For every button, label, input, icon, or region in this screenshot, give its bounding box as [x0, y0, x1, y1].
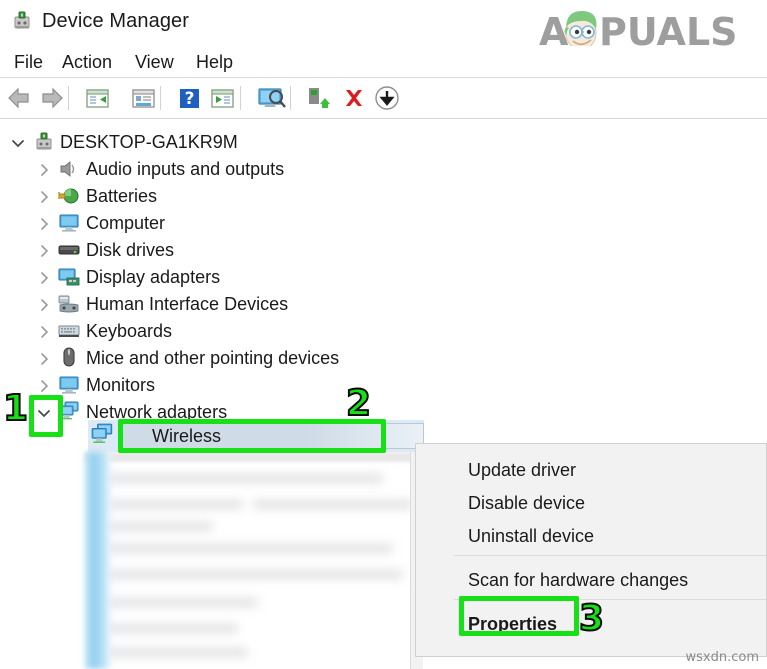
help-icon[interactable]: ? [174, 84, 204, 112]
tree-row-display-adapters[interactable]: Display adapters [0, 264, 767, 291]
blurred-content [85, 452, 425, 669]
disk-drive-icon [58, 242, 80, 262]
context-menu-separator [454, 555, 766, 556]
tree-label-disk-drives: Disk drives [86, 240, 175, 260]
step-3-marker: 3 [578, 598, 605, 639]
show-hide-console-tree-icon[interactable] [82, 84, 112, 112]
menu-action[interactable]: Action [58, 46, 116, 78]
battery-icon [58, 186, 80, 206]
chevron-right-icon[interactable] [36, 324, 52, 340]
step-1-marker: 1 [2, 388, 29, 429]
uninstall-device-icon[interactable] [339, 84, 369, 112]
highlight-box-wireless-row [118, 419, 386, 453]
tree-label-monitors: Monitors [86, 375, 156, 395]
tree-row-computer[interactable]: Computer [0, 210, 767, 237]
disable-device-icon[interactable] [372, 84, 402, 112]
toolbar-divider [68, 86, 69, 110]
tree-label-mice: Mice and other pointing devices [86, 348, 340, 368]
chevron-right-icon[interactable] [36, 162, 52, 178]
chevron-right-icon[interactable] [36, 270, 52, 286]
network-adapter-icon [90, 423, 116, 447]
menu-help[interactable]: Help [192, 46, 237, 78]
chevron-right-icon[interactable] [36, 189, 52, 205]
action-menu-icon[interactable] [207, 84, 237, 112]
context-menu-item-uninstall-device[interactable]: Uninstall device [416, 520, 766, 552]
tree-row-batteries[interactable]: Batteries [0, 183, 767, 210]
chevron-right-icon[interactable] [36, 243, 52, 259]
chevron-right-icon[interactable] [36, 297, 52, 313]
speaker-icon [58, 159, 80, 179]
forward-arrow-icon[interactable] [37, 84, 67, 112]
mouse-icon [60, 347, 82, 367]
tree-row-disk-drives[interactable]: Disk drives [0, 237, 767, 264]
menu-bar: File Action View Help [0, 46, 767, 78]
toolbar: ? [0, 78, 767, 118]
display-adapter-icon [58, 267, 80, 287]
tree-row-mice[interactable]: Mice and other pointing devices [0, 345, 767, 372]
title-bar: Device Manager A PUALS [0, 0, 767, 54]
monitor-icon [58, 375, 80, 395]
tree-label-batteries: Batteries [86, 186, 158, 206]
menu-file[interactable]: File [10, 46, 47, 78]
device-manager-icon [10, 10, 34, 34]
step-2-marker: 2 [345, 383, 372, 424]
highlight-box-expand-chevron [29, 395, 63, 437]
toolbar-divider [160, 86, 161, 110]
chevron-right-icon[interactable] [36, 216, 52, 232]
tree-label-hid: Human Interface Devices [86, 294, 289, 314]
monitor-icon [58, 213, 80, 233]
context-menu-item-disable-device[interactable]: Disable device [416, 487, 766, 519]
svg-text:?: ? [185, 89, 195, 109]
context-menu-item-scan-for-hardware-changes[interactable]: Scan for hardware changes [416, 564, 766, 596]
hid-icon [58, 294, 80, 314]
back-arrow-icon[interactable] [4, 84, 34, 112]
chevron-right-icon[interactable] [36, 351, 52, 367]
chevron-down-icon[interactable] [10, 135, 26, 151]
context-menu-item-update-driver[interactable]: Update driver [416, 454, 766, 486]
properties-icon[interactable] [128, 84, 158, 112]
tree-label-display-adapters: Display adapters [86, 267, 221, 287]
watermark: wsxdn.com [685, 650, 760, 665]
blurred-selection-column [85, 452, 111, 669]
tree-row-monitors[interactable]: Monitors [0, 372, 767, 399]
update-driver-icon[interactable] [303, 84, 333, 112]
menu-view[interactable]: View [131, 46, 178, 78]
computer-root-icon [33, 132, 55, 152]
toolbar-divider-bottom [0, 118, 767, 119]
keyboard-icon [58, 323, 80, 343]
toolbar-divider [240, 86, 241, 110]
scan-for-hardware-changes-icon[interactable] [255, 84, 286, 112]
tree-row-root[interactable]: DESKTOP-GA1KR9M [0, 129, 767, 156]
chevron-right-icon[interactable] [36, 378, 52, 394]
tree-label-audio: Audio inputs and outputs [86, 159, 285, 179]
page-title: Device Manager [42, 10, 190, 32]
highlight-box-properties [459, 596, 579, 636]
toolbar-divider [290, 86, 291, 110]
tree-label-keyboards: Keyboards [86, 321, 173, 341]
tree-label-root: DESKTOP-GA1KR9M [60, 132, 238, 152]
tree-label-computer: Computer [86, 213, 166, 233]
tree-row-audio[interactable]: Audio inputs and outputs [0, 156, 767, 183]
tree-row-keyboards[interactable]: Keyboards [0, 318, 767, 345]
device-manager-window: Device Manager A PUALS File Action View … [0, 0, 767, 669]
tree-row-hid[interactable]: Human Interface Devices [0, 291, 767, 318]
